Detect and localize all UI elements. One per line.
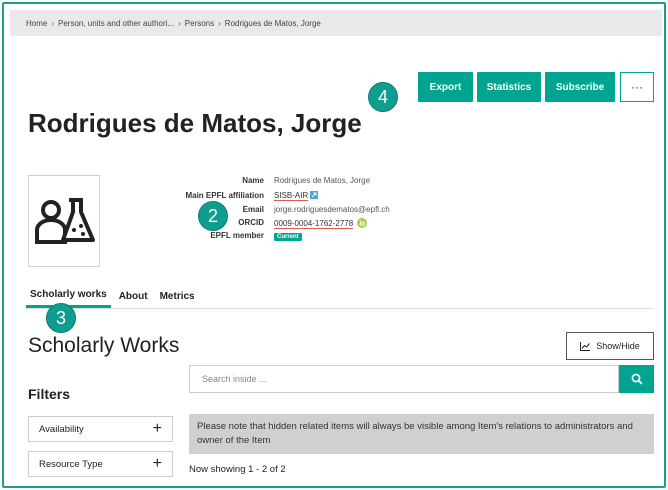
tab-about[interactable]: About [115, 284, 152, 308]
filter-availability[interactable]: Availability + [28, 416, 173, 442]
person-flask-icon [35, 198, 95, 244]
line-chart-icon [580, 341, 591, 351]
orcid-label: ORCID [238, 218, 264, 227]
more-options-button[interactable]: ··· [620, 72, 654, 102]
member-value: Current [274, 231, 302, 241]
callout-badge-2: 2 [198, 201, 228, 231]
breadcrumb-separator: › [51, 18, 55, 28]
breadcrumb-separator: › [178, 18, 181, 28]
callout-badge-4: 4 [368, 82, 398, 112]
orcid-value: 0009-0004-1762-2778 [274, 218, 368, 229]
statistics-button[interactable]: Statistics [477, 72, 541, 102]
orcid-icon [357, 218, 368, 228]
member-label: EPFL member [210, 231, 264, 240]
callout-badge-3: 3 [46, 303, 76, 333]
email-label: Email [242, 205, 264, 214]
affiliation-value: SISB-AIR [274, 191, 319, 201]
external-link-icon[interactable] [310, 191, 319, 199]
name-value: Rodrigues de Matos, Jorge [274, 176, 371, 185]
results-count: Now showing 1 - 2 of 2 [189, 464, 286, 475]
search-button[interactable] [619, 365, 654, 393]
page-title: Rodrigues de Matos, Jorge [28, 108, 362, 138]
hidden-items-notice: Please note that hidden related items wi… [189, 414, 654, 454]
filters-title: Filters [28, 386, 71, 402]
plus-icon: + [152, 455, 162, 472]
status-badge: Current [274, 233, 302, 241]
breadcrumb-separator: › [218, 18, 221, 28]
filter-label: Availability [39, 423, 84, 435]
show-hide-label: Show/Hide [596, 341, 640, 351]
subscribe-button[interactable]: Subscribe [545, 72, 615, 102]
plus-icon: + [152, 420, 162, 437]
filter-resource-type[interactable]: Resource Type + [28, 451, 173, 477]
export-button[interactable]: Export [418, 72, 473, 102]
show-hide-button[interactable]: Show/Hide [566, 332, 654, 360]
search-icon [631, 373, 643, 385]
affiliation-label: Main EPFL affiliation [185, 191, 264, 200]
breadcrumb-persons[interactable]: Persons [185, 19, 214, 28]
tabs-divider [26, 308, 654, 309]
affiliation-link[interactable]: SISB-AIR [274, 191, 309, 201]
breadcrumb-home[interactable]: Home [26, 19, 47, 28]
orcid-link[interactable]: 0009-0004-1762-2778 [274, 219, 354, 229]
section-title: Scholarly Works [28, 334, 180, 357]
search-input[interactable]: Search inside ... [189, 365, 619, 393]
tab-metrics[interactable]: Metrics [156, 284, 199, 308]
name-label: Name [242, 176, 264, 185]
avatar [28, 175, 100, 267]
breadcrumb-current: Rodrigues de Matos, Jorge [224, 18, 321, 28]
filter-label: Resource Type [39, 458, 103, 470]
email-value[interactable]: jorge.rodriguesdematos@epfl.ch [274, 205, 390, 214]
breadcrumb: Home › Person, units and other authori..… [10, 10, 662, 36]
app-frame: Home › Person, units and other authori..… [2, 2, 666, 488]
breadcrumb-persons-units[interactable]: Person, units and other authori... [58, 19, 174, 28]
